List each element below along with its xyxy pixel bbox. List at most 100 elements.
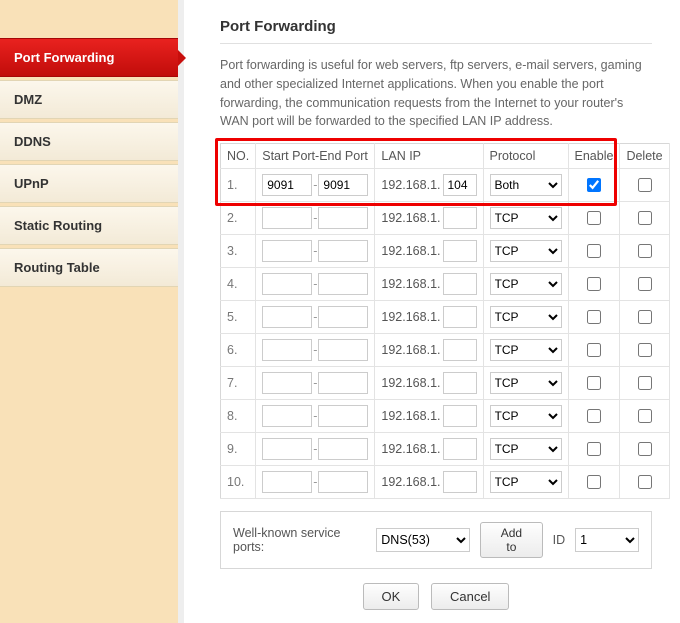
lan-ip-last-input[interactable] [443,405,477,427]
table-row: 5.-192.168.1.TCP [221,301,670,334]
end-port-input[interactable] [318,306,368,328]
table-row: 7.-192.168.1.TCP [221,367,670,400]
enable-checkbox[interactable] [587,211,601,225]
enable-checkbox[interactable] [587,409,601,423]
add-to-button[interactable]: Add to [480,522,543,558]
lan-ip-prefix: 192.168.1. [381,178,440,192]
delete-checkbox[interactable] [638,178,652,192]
lan-ip-prefix: 192.168.1. [381,442,440,456]
enable-checkbox[interactable] [587,343,601,357]
start-port-input[interactable] [262,339,312,361]
lan-ip-last-input[interactable] [443,339,477,361]
protocol-select[interactable]: Both [490,174,562,196]
start-port-input[interactable] [262,207,312,229]
start-port-input[interactable] [262,273,312,295]
start-port-input[interactable] [262,240,312,262]
lan-ip-last-input[interactable] [443,207,477,229]
delete-checkbox[interactable] [638,442,652,456]
table-row: 3.-192.168.1.TCP [221,235,670,268]
th-lanip: LAN IP [375,144,483,169]
sidebar-item-ddns[interactable]: DDNS [0,122,178,161]
footer-buttons: OK Cancel [220,583,652,610]
lan-ip-last-input[interactable] [443,471,477,493]
end-port-input[interactable] [318,438,368,460]
sidebar-item-routing-table[interactable]: Routing Table [0,248,178,287]
end-port-input[interactable] [318,174,368,196]
table-row: 9.-192.168.1.TCP [221,433,670,466]
sidebar: Port Forwarding DMZ DDNS UPnP Static Rou… [0,0,184,623]
protocol-select[interactable]: TCP [490,306,562,328]
enable-checkbox[interactable] [587,244,601,258]
end-port-input[interactable] [318,240,368,262]
protocol-select[interactable]: TCP [490,405,562,427]
id-label: ID [553,533,566,547]
enable-checkbox[interactable] [587,442,601,456]
port-forwarding-table-wrap: NO. Start Port-End Port LAN IP Protocol … [220,143,652,499]
enable-checkbox[interactable] [587,475,601,489]
lan-ip-last-input[interactable] [443,273,477,295]
th-no: NO. [221,144,256,169]
row-no: 5. [221,301,256,334]
delete-checkbox[interactable] [638,343,652,357]
delete-checkbox[interactable] [638,244,652,258]
th-protocol: Protocol [483,144,568,169]
wellknown-service-select[interactable]: DNS(53) [376,528,470,552]
sidebar-item-label: Routing Table [14,260,100,275]
row-no: 4. [221,268,256,301]
lan-ip-last-input[interactable] [443,372,477,394]
lan-ip-last-input[interactable] [443,306,477,328]
enable-checkbox[interactable] [587,178,601,192]
end-port-input[interactable] [318,339,368,361]
sidebar-item-port-forwarding[interactable]: Port Forwarding [0,38,178,77]
end-port-input[interactable] [318,207,368,229]
wellknown-ports-row: Well-known service ports: DNS(53) Add to… [220,511,652,569]
sidebar-item-dmz[interactable]: DMZ [0,80,178,119]
lan-ip-last-input[interactable] [443,174,477,196]
protocol-select[interactable]: TCP [490,372,562,394]
end-port-input[interactable] [318,471,368,493]
main-content: Port Forwarding Port forwarding is usefu… [184,0,680,623]
sidebar-item-label: Static Routing [14,218,102,233]
end-port-input[interactable] [318,273,368,295]
protocol-select[interactable]: TCP [490,273,562,295]
protocol-select[interactable]: TCP [490,438,562,460]
start-port-input[interactable] [262,438,312,460]
delete-checkbox[interactable] [638,409,652,423]
intro-text: Port forwarding is useful for web server… [220,56,652,131]
lan-ip-prefix: 192.168.1. [381,244,440,258]
delete-checkbox[interactable] [638,310,652,324]
sidebar-item-static-routing[interactable]: Static Routing [0,206,178,245]
start-port-input[interactable] [262,471,312,493]
lan-ip-prefix: 192.168.1. [381,475,440,489]
end-port-input[interactable] [318,405,368,427]
table-row: 2.-192.168.1.TCP [221,202,670,235]
start-port-input[interactable] [262,405,312,427]
delete-checkbox[interactable] [638,277,652,291]
sidebar-item-upnp[interactable]: UPnP [0,164,178,203]
delete-checkbox[interactable] [638,376,652,390]
lan-ip-prefix: 192.168.1. [381,310,440,324]
row-no: 3. [221,235,256,268]
protocol-select[interactable]: TCP [490,240,562,262]
sidebar-item-label: UPnP [14,176,49,191]
ok-button[interactable]: OK [363,583,420,610]
lan-ip-last-input[interactable] [443,240,477,262]
cancel-button[interactable]: Cancel [431,583,509,610]
id-select[interactable]: 1 [575,528,639,552]
lan-ip-prefix: 192.168.1. [381,211,440,225]
enable-checkbox[interactable] [587,310,601,324]
start-port-input[interactable] [262,174,312,196]
enable-checkbox[interactable] [587,277,601,291]
table-row: 4.-192.168.1.TCP [221,268,670,301]
protocol-select[interactable]: TCP [490,207,562,229]
delete-checkbox[interactable] [638,475,652,489]
protocol-select[interactable]: TCP [490,339,562,361]
protocol-select[interactable]: TCP [490,471,562,493]
start-port-input[interactable] [262,372,312,394]
start-port-input[interactable] [262,306,312,328]
end-port-input[interactable] [318,372,368,394]
enable-checkbox[interactable] [587,376,601,390]
delete-checkbox[interactable] [638,211,652,225]
lan-ip-prefix: 192.168.1. [381,409,440,423]
lan-ip-last-input[interactable] [443,438,477,460]
